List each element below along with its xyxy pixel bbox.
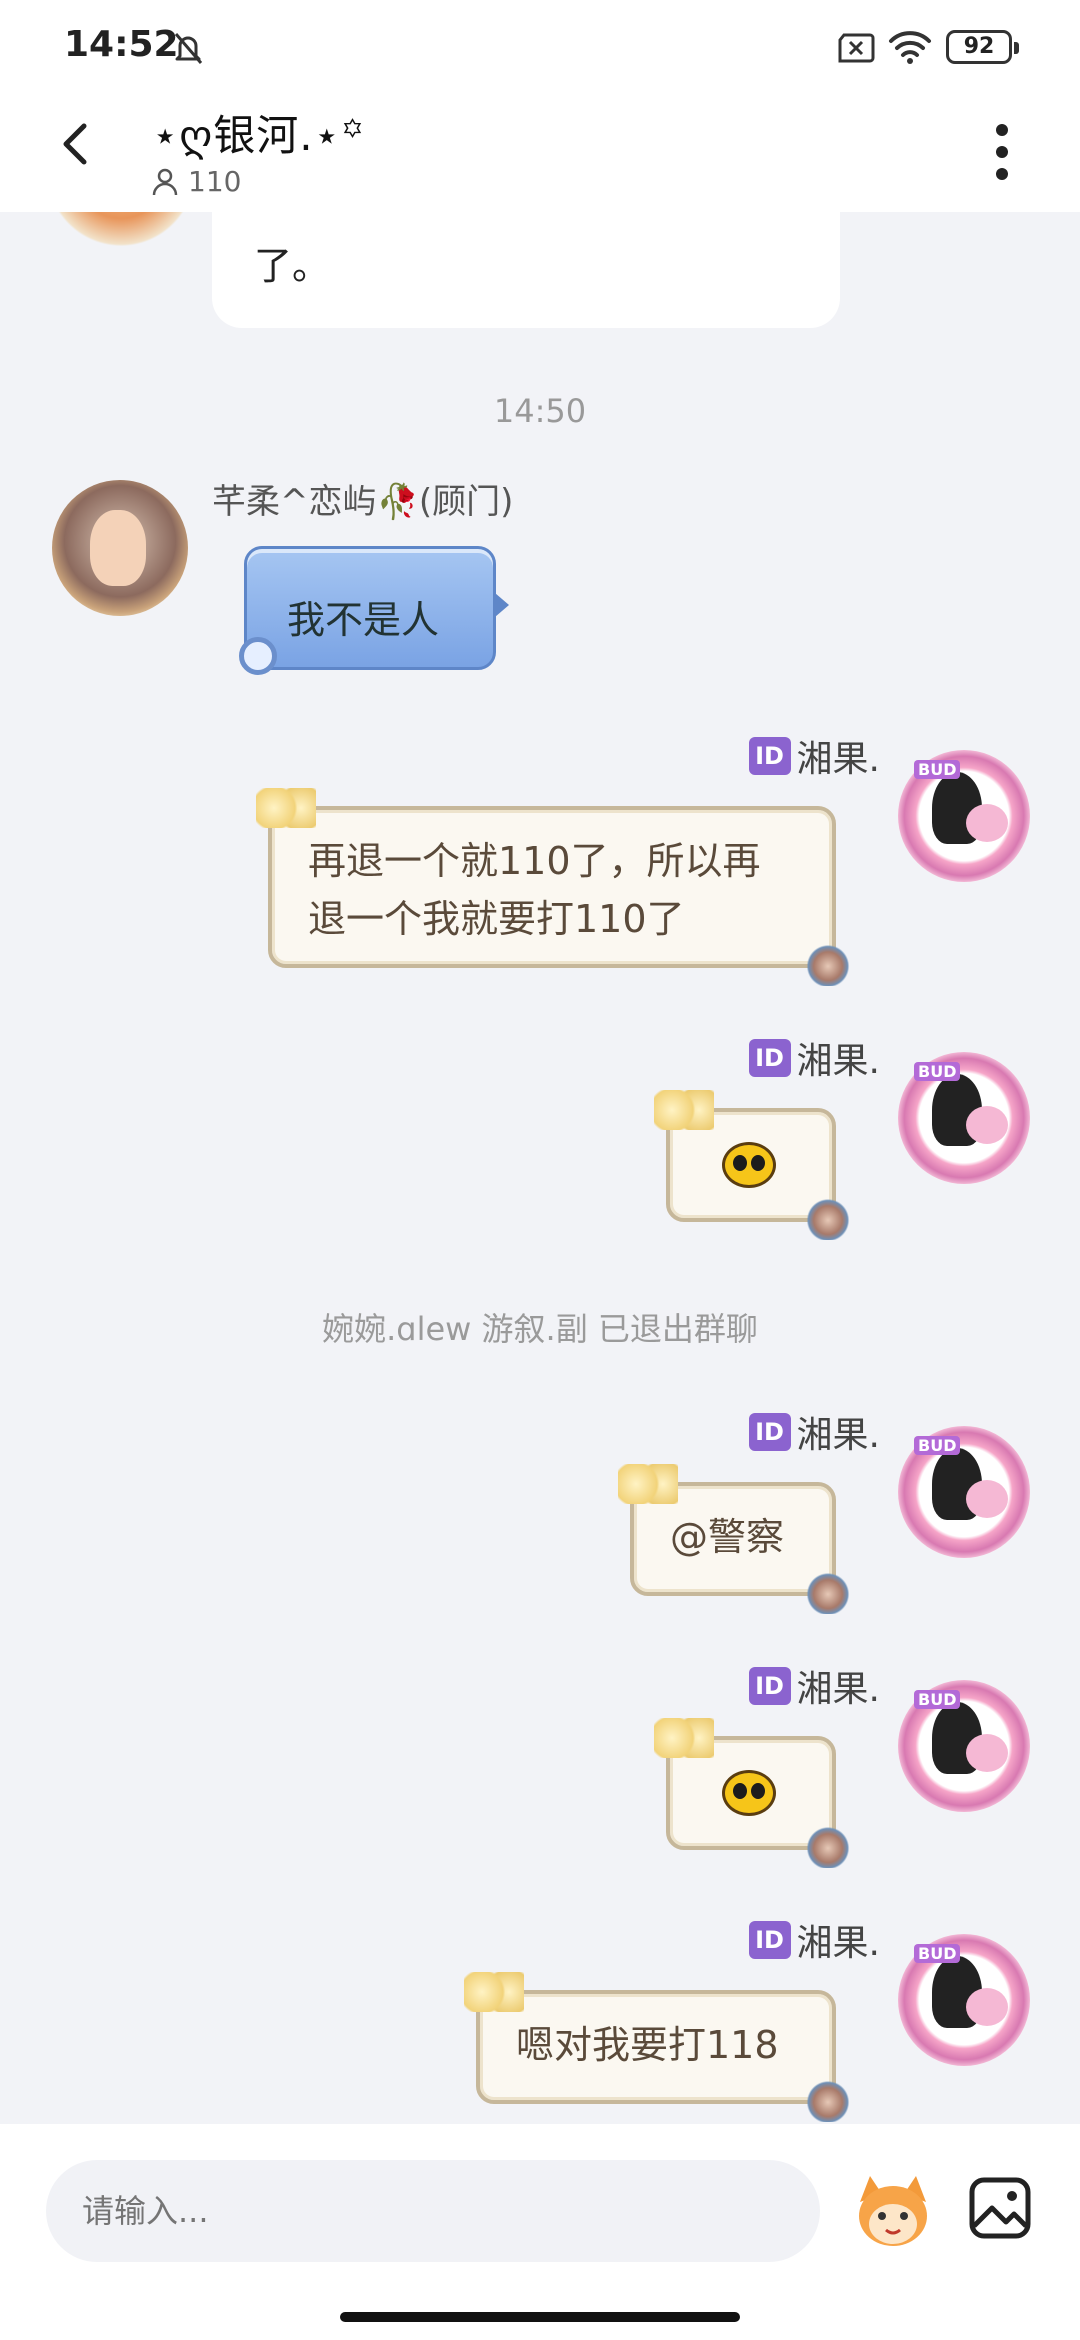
emoji-face-icon bbox=[722, 1142, 776, 1188]
avatar-badge: BUD bbox=[914, 1062, 961, 1081]
message-bubble[interactable]: 我不是人 bbox=[239, 546, 509, 675]
emoji-face-icon bbox=[722, 1770, 776, 1816]
message-bubble[interactable]: 嗯对我要打118 bbox=[464, 1972, 854, 2122]
message-text: 嗯对我要打118 bbox=[516, 2023, 779, 2067]
wifi-icon bbox=[889, 31, 931, 64]
person-icon bbox=[152, 168, 178, 195]
bubble-decoration bbox=[802, 1824, 854, 1868]
sender-name: 湘果. bbox=[796, 739, 880, 780]
bubble-decoration bbox=[618, 1464, 678, 1504]
system-notice: 婉婉.ɑlew 游叙.副 已退出群聊 bbox=[322, 1310, 758, 1348]
sender-info: ID 湘果. bbox=[748, 730, 880, 782]
message-bubble[interactable] bbox=[654, 1718, 854, 1868]
battery-indicator: 92 bbox=[946, 30, 1019, 64]
message-text-line: 退一个我就要打110了 bbox=[308, 897, 685, 941]
id-badge: ID bbox=[748, 1667, 791, 1705]
bubble-decoration bbox=[256, 788, 316, 828]
avatar[interactable]: BUD bbox=[898, 1934, 1030, 2066]
avatar-pet bbox=[966, 1106, 1008, 1144]
sender-info: ID 湘果. bbox=[748, 1660, 880, 1712]
member-count: 110 bbox=[188, 165, 242, 198]
input-bar bbox=[0, 2124, 1080, 2340]
bubble-decoration bbox=[654, 1090, 714, 1130]
message-bubble[interactable]: @警察 bbox=[618, 1464, 854, 1614]
sender-name: 芊柔^恋屿🥀(顾门) bbox=[212, 482, 514, 522]
sender-name: 湘果. bbox=[796, 1669, 880, 1710]
avatar[interactable]: BUD bbox=[898, 1426, 1030, 1558]
sim-error-icon bbox=[838, 33, 875, 63]
sender-name: 湘果. bbox=[796, 1415, 880, 1456]
bubble-decoration bbox=[464, 1972, 524, 2012]
id-badge: ID bbox=[748, 1039, 791, 1077]
message-bubble[interactable]: 了。 bbox=[212, 212, 840, 328]
bell-off-icon bbox=[174, 33, 203, 64]
title-block[interactable]: ⋆ღ银河.⋆꙳ 110 bbox=[152, 102, 365, 198]
home-indicator[interactable] bbox=[340, 2312, 740, 2322]
message-text: @警察 bbox=[670, 1515, 785, 1559]
message-bubble[interactable] bbox=[654, 1090, 854, 1240]
bubble-decoration bbox=[654, 1718, 714, 1758]
avatar[interactable]: BUD bbox=[898, 750, 1030, 882]
bubble-decoration bbox=[802, 2078, 854, 2122]
bubble-decoration bbox=[239, 637, 277, 675]
message-timestamp: 14:50 bbox=[493, 392, 587, 430]
message-text-line: 再退一个就110了，所以再 bbox=[308, 839, 761, 883]
id-badge: ID bbox=[748, 737, 791, 775]
member-info: 110 bbox=[152, 165, 365, 198]
bubble-decoration bbox=[802, 1570, 854, 1614]
avatar-pet bbox=[966, 804, 1008, 842]
bubble-decoration bbox=[802, 942, 854, 986]
avatar-pet bbox=[966, 1988, 1008, 2026]
avatar-figure bbox=[90, 510, 146, 586]
chat-message-list[interactable]: 了。 14:50 芊柔^恋屿🥀(顾门) 我不是人 BUD ID 湘果. 再退一个… bbox=[0, 212, 1080, 2124]
chat-header: ⋆ღ银河.⋆꙳ 110 bbox=[0, 96, 1080, 212]
message-bubble[interactable]: 再退一个就110了，所以再 退一个我就要打110了 bbox=[256, 788, 854, 986]
avatar[interactable]: BUD bbox=[898, 1052, 1030, 1184]
sender-name: 湘果. bbox=[796, 1923, 880, 1964]
mascot-icon[interactable] bbox=[852, 2172, 934, 2250]
message-input[interactable] bbox=[46, 2160, 820, 2262]
avatar-badge: BUD bbox=[914, 1690, 961, 1709]
back-arrow-icon[interactable] bbox=[48, 116, 104, 172]
avatar[interactable] bbox=[56, 212, 186, 252]
avatar-badge: BUD bbox=[914, 1436, 961, 1455]
group-title: ⋆ღ银河.⋆꙳ bbox=[152, 111, 365, 160]
avatar[interactable]: BUD bbox=[898, 1680, 1030, 1812]
id-badge: ID bbox=[748, 1921, 791, 1959]
image-icon[interactable] bbox=[968, 2176, 1032, 2240]
id-badge: ID bbox=[748, 1413, 791, 1451]
status-bar: 14:52 92 bbox=[0, 0, 1080, 96]
sender-info: ID 湘果. bbox=[748, 1032, 880, 1084]
message-text: 我不是人 bbox=[287, 598, 440, 642]
bubble-decoration bbox=[802, 1196, 854, 1240]
avatar[interactable] bbox=[52, 480, 188, 616]
sender-name: 湘果. bbox=[796, 1041, 880, 1082]
sender-info: ID 湘果. bbox=[748, 1406, 880, 1458]
more-vertical-icon[interactable] bbox=[988, 120, 1016, 184]
status-time: 14:52 bbox=[64, 24, 179, 65]
message-text: 了。 bbox=[254, 244, 331, 288]
sender-info: ID 湘果. bbox=[748, 1914, 880, 1966]
avatar-badge: BUD bbox=[914, 760, 961, 779]
avatar-badge: BUD bbox=[914, 1944, 961, 1963]
message-text-cut bbox=[254, 216, 804, 236]
avatar-pet bbox=[966, 1734, 1008, 1772]
avatar-pet bbox=[966, 1480, 1008, 1518]
